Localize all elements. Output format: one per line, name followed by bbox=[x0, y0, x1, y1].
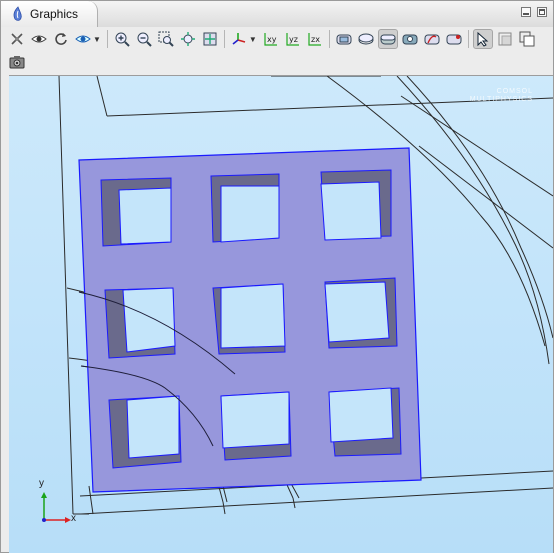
hole[interactable] bbox=[100, 177, 172, 247]
axis-triad bbox=[41, 492, 71, 523]
hole[interactable] bbox=[104, 287, 176, 359]
tab-graphics[interactable]: Graphics bbox=[1, 1, 98, 27]
axis-y-label: y bbox=[39, 478, 44, 489]
axis-view-button[interactable] bbox=[229, 29, 249, 49]
svg-text:yz: yz bbox=[289, 35, 298, 44]
zoom-extents-icon bbox=[203, 32, 217, 46]
svg-text:zx: zx bbox=[311, 35, 320, 44]
toolbar-separator bbox=[328, 30, 330, 48]
eye-button[interactable] bbox=[29, 29, 49, 49]
toolbar-separator bbox=[106, 30, 108, 48]
toolbar-separator bbox=[223, 30, 225, 48]
select-edges-button[interactable] bbox=[422, 29, 442, 49]
refresh-icon bbox=[55, 33, 67, 45]
tab-bar: Graphics bbox=[1, 1, 553, 28]
graphics-toolbar: ▼ ▼ xy yz zx bbox=[1, 27, 553, 73]
zx-plane-button[interactable]: zx bbox=[305, 29, 325, 49]
solid-render-button[interactable] bbox=[377, 29, 398, 49]
zoom-in-icon bbox=[115, 32, 130, 47]
window-copy-button[interactable] bbox=[517, 29, 537, 49]
select-points-icon bbox=[446, 34, 462, 45]
geometry-scene bbox=[41, 76, 553, 523]
toolbar-row-2 bbox=[7, 51, 29, 73]
xy-plane-icon: xy bbox=[264, 33, 277, 46]
select-boundaries-icon bbox=[336, 34, 352, 45]
zoom-out-button[interactable] bbox=[134, 29, 154, 49]
select-points-button[interactable] bbox=[444, 29, 464, 49]
hole[interactable] bbox=[212, 283, 286, 355]
zx-plane-icon: zx bbox=[308, 33, 321, 46]
svg-text:xy: xy bbox=[267, 35, 277, 44]
plate-holes bbox=[100, 169, 402, 469]
hole[interactable] bbox=[328, 387, 402, 457]
window-controls bbox=[521, 7, 547, 17]
select-object-icon bbox=[477, 31, 489, 47]
yz-plane-button[interactable]: yz bbox=[283, 29, 303, 49]
tab-title: Graphics bbox=[30, 7, 79, 21]
zoom-extents-button[interactable] bbox=[200, 29, 220, 49]
view-visibility-button[interactable] bbox=[73, 29, 93, 49]
chevron-down-icon[interactable]: ▼ bbox=[249, 35, 257, 44]
select-boundaries-button[interactable] bbox=[334, 29, 354, 49]
hole[interactable] bbox=[210, 173, 280, 243]
comsol-watermark: COMSOL MULTIPHYSICS bbox=[469, 88, 533, 103]
transparency-icon bbox=[498, 32, 512, 46]
clear-selection-icon bbox=[11, 33, 23, 45]
xy-plane-button[interactable]: xy bbox=[261, 29, 281, 49]
graphics-window: Graphics ▼ ▼ xy yz zx COMSOL MULTIPHYSIC… bbox=[0, 0, 554, 553]
select-edges-icon bbox=[424, 34, 440, 45]
camera-icon bbox=[9, 56, 25, 69]
select-object-button[interactable] bbox=[472, 29, 493, 49]
hole[interactable] bbox=[324, 277, 398, 349]
wireframe-icon bbox=[358, 33, 374, 45]
screenshot-button[interactable] bbox=[7, 52, 27, 72]
axis-x-label: x bbox=[71, 513, 76, 524]
zoom-box-icon bbox=[158, 31, 174, 47]
minimize-button[interactable] bbox=[521, 7, 531, 17]
view-visibility-icon bbox=[75, 35, 91, 43]
zoom-box-button[interactable] bbox=[156, 29, 176, 49]
refresh-button[interactable] bbox=[51, 29, 71, 49]
solid-render-icon bbox=[380, 34, 396, 45]
wireframe-button[interactable] bbox=[356, 29, 376, 49]
eye-icon bbox=[31, 35, 47, 43]
transparency-button[interactable] bbox=[495, 29, 515, 49]
zoom-selected-button[interactable] bbox=[178, 29, 198, 49]
comsol-icon bbox=[13, 6, 22, 21]
graphics-canvas[interactable]: COMSOL MULTIPHYSICS y x bbox=[9, 75, 553, 553]
toolbar-separator bbox=[467, 30, 469, 48]
yz-plane-icon: yz bbox=[286, 33, 299, 46]
hole[interactable] bbox=[320, 169, 392, 241]
select-domains-icon bbox=[402, 34, 418, 45]
zoom-out-icon bbox=[137, 32, 152, 47]
select-domains-button[interactable] bbox=[400, 29, 420, 49]
maximize-button[interactable] bbox=[537, 7, 547, 17]
zoom-selected-icon bbox=[180, 32, 195, 46]
window-copy-icon bbox=[519, 31, 535, 47]
toolbar-row-1: ▼ ▼ xy yz zx bbox=[7, 28, 539, 50]
clear-selection-button[interactable] bbox=[7, 29, 27, 49]
zoom-in-button[interactable] bbox=[112, 29, 132, 49]
axis-view-icon bbox=[232, 33, 246, 45]
hole[interactable] bbox=[220, 391, 292, 461]
chevron-down-icon[interactable]: ▼ bbox=[93, 35, 101, 44]
hole[interactable] bbox=[108, 395, 182, 469]
